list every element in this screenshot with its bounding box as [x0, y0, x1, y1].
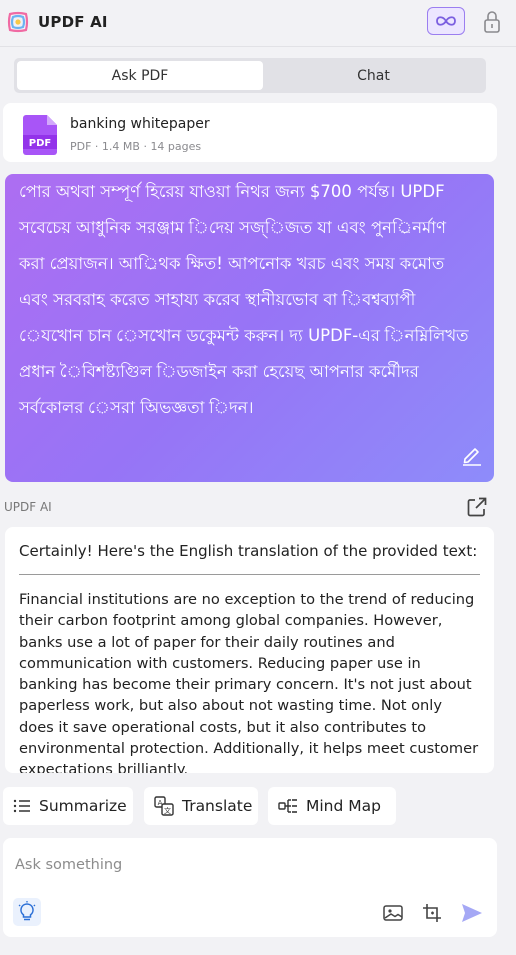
mind-map-label: Mind Map [306, 797, 381, 815]
ai-response-intro: Certainly! Here's the English translatio… [19, 542, 478, 560]
prompt-ideas-button[interactable] [13, 898, 41, 926]
translate-icon: A 文 [154, 796, 174, 816]
user-message-line: েযখােন চান েসখােন ডকুেমন্ট করুন। দ্য UPD… [19, 326, 469, 345]
file-meta: PDF · 1.4 MB · 14 pages [70, 140, 202, 153]
crop-icon[interactable] [421, 902, 443, 924]
svg-text:PDF: PDF [29, 138, 51, 149]
file-name: banking whitepaper [70, 116, 210, 132]
infinity-button[interactable] [427, 7, 465, 35]
ai-response-divider [19, 574, 480, 575]
svg-text:文: 文 [164, 806, 171, 815]
pencil-icon[interactable] [461, 444, 483, 466]
mind-map-button[interactable]: Mind Map [268, 787, 396, 825]
ai-response-card: Certainly! Here's the English translatio… [5, 527, 494, 773]
user-message-line: করা প্রেয়াজন। আর্িথক ক্ষিত! আপনােক খরচ … [19, 254, 445, 273]
ask-input[interactable] [13, 852, 487, 878]
image-icon[interactable] [382, 902, 404, 924]
ai-response-body: Financial institutions are no exception … [19, 591, 479, 773]
pdf-file-icon: PDF [23, 115, 57, 155]
translate-label: Translate [182, 797, 253, 815]
app-header: UPDF AI [0, 0, 516, 46]
file-card[interactable]: PDF banking whitepaper PDF · 1.4 MB · 14… [3, 103, 497, 162]
lightbulb-icon [18, 901, 36, 921]
summarize-button[interactable]: Summarize [3, 787, 133, 825]
tab-ask-pdf[interactable]: Ask PDF [17, 61, 263, 90]
header-divider [0, 46, 516, 47]
translate-button[interactable]: A 文 Translate [144, 787, 258, 825]
tab-chat[interactable]: Chat [264, 61, 483, 90]
app-title: UPDF AI [38, 13, 108, 31]
ai-sender-label: UPDF AI [4, 500, 52, 514]
user-message-line: সবেচেয় আধুনিক সরঞ্জাম িদেয় সজ্িজত যা এ… [19, 218, 446, 237]
infinity-icon [436, 16, 456, 26]
user-message-line: প্রধান ৈবিশষ্ট্যগুিল িডজাইন করা হেয়েছ আ… [19, 362, 419, 381]
share-icon[interactable] [466, 496, 488, 518]
send-icon[interactable] [460, 902, 484, 924]
updf-logo-icon [7, 11, 29, 33]
user-message-text: পোর অথবা সম্পূর্ণ হিরেয় যাওয়া নিথর জন্… [19, 174, 479, 426]
list-icon [13, 799, 30, 813]
user-message-line: এবং সরবরাহ করেত সাহায্য করেব স্থানীয়ভাে… [19, 290, 416, 309]
mind-map-icon [278, 799, 297, 813]
user-message-line: সর্বকােলর েসরা অিভজ্ঞতা িদন। [19, 398, 254, 417]
composer [3, 838, 497, 937]
user-message-bubble: পোর অথবা সম্পূর্ণ হিরেয় যাওয়া নিথর জন্… [5, 174, 494, 482]
mode-tabs: Ask PDF Chat [14, 58, 486, 93]
lock-icon[interactable] [482, 10, 502, 34]
user-message-line: পোর অথবা সম্পূর্ণ হিরেয় যাওয়া নিথর জন্… [19, 182, 445, 201]
summarize-label: Summarize [39, 797, 127, 815]
